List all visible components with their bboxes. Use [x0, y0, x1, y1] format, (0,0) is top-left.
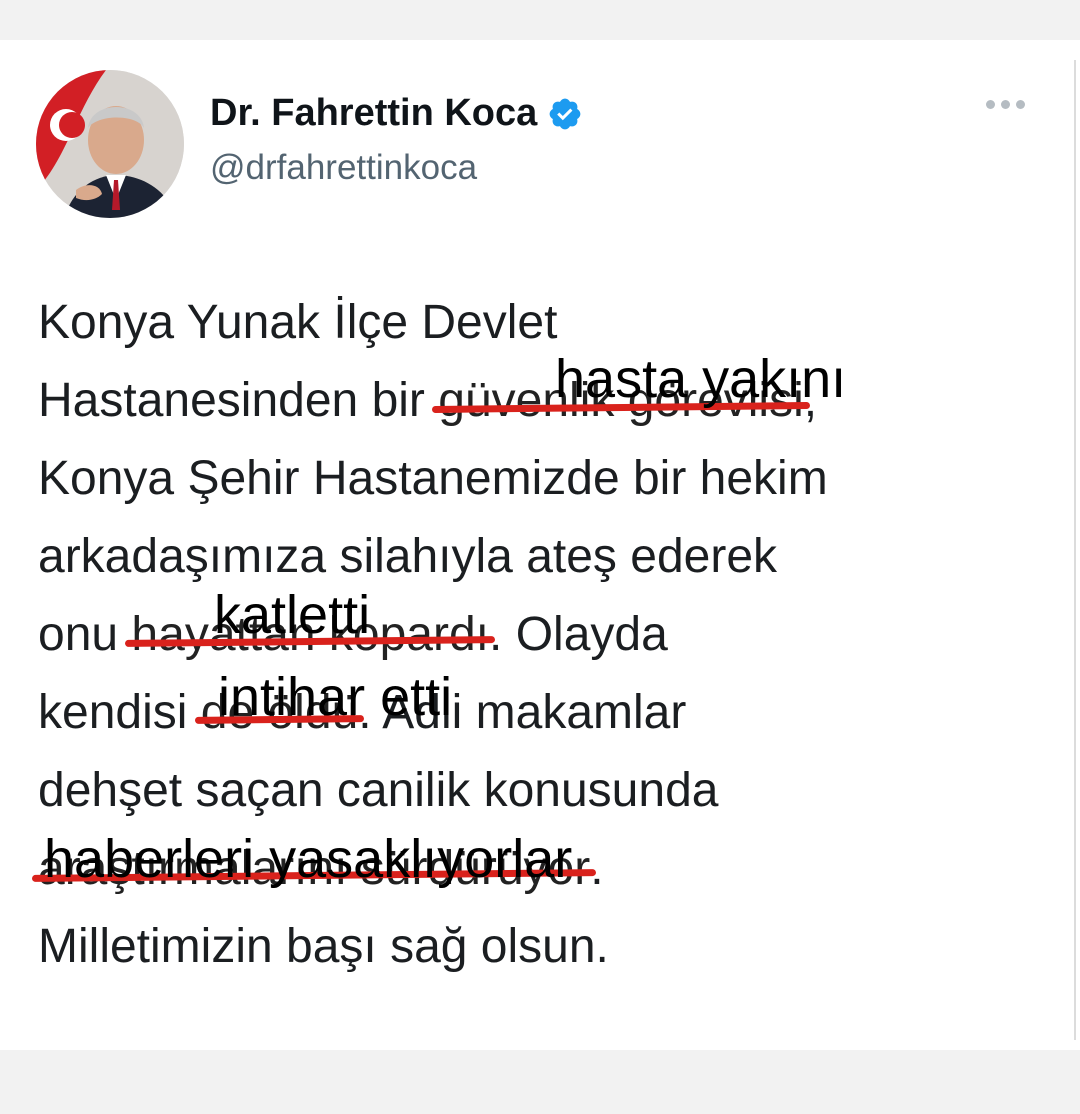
tweet-line: kendisi de öldü. Adli makamlar [38, 674, 1048, 752]
tweet-line: Konya Yunak İlçe Devlet [38, 296, 558, 349]
text-segment: onu [38, 608, 132, 661]
more-options-icon[interactable] [986, 100, 1025, 109]
text-segment: kendisi [38, 686, 201, 739]
overlay-text-intihar-etti: intihar etti [218, 667, 453, 727]
author-handle[interactable]: @drfahrettinkoca [210, 148, 477, 188]
profile-photo-icon[interactable] [36, 70, 184, 218]
tweet-line: arkadaşımıza silahıyla ateş ederek [38, 530, 778, 583]
text-segment: . Olayda [489, 608, 668, 661]
dot [1016, 100, 1025, 109]
tweet-line: Hastanesinden bir güvenlik görevlisi, [38, 362, 1048, 440]
tweet-line: dehşet saçan canilik konusunda [38, 764, 719, 817]
text-segment: Hastanesinden bir [38, 374, 439, 427]
dot [986, 100, 995, 109]
author-row: Dr. Fahrettin Koca [210, 92, 583, 135]
overlay-text-haberleri-yasakliyorlar: haberleri yasaklıyorlar [44, 829, 573, 889]
tweet-line: Konya Şehir Hastanemizde bir hekim [38, 452, 828, 505]
tweet-line: onu hayattan kopardı. Olayda [38, 596, 1048, 674]
verified-badge-icon [549, 98, 581, 129]
author-name[interactable]: Dr. Fahrettin Koca [210, 92, 537, 135]
overlay-text-hasta-yakini: hasta yakını [555, 349, 847, 409]
overlay-text-katletti: katletti [214, 585, 371, 645]
dot [1001, 100, 1010, 109]
tweet-line: Milletimizin başı sağ olsun. [38, 920, 609, 973]
card-edge [1074, 60, 1076, 1040]
